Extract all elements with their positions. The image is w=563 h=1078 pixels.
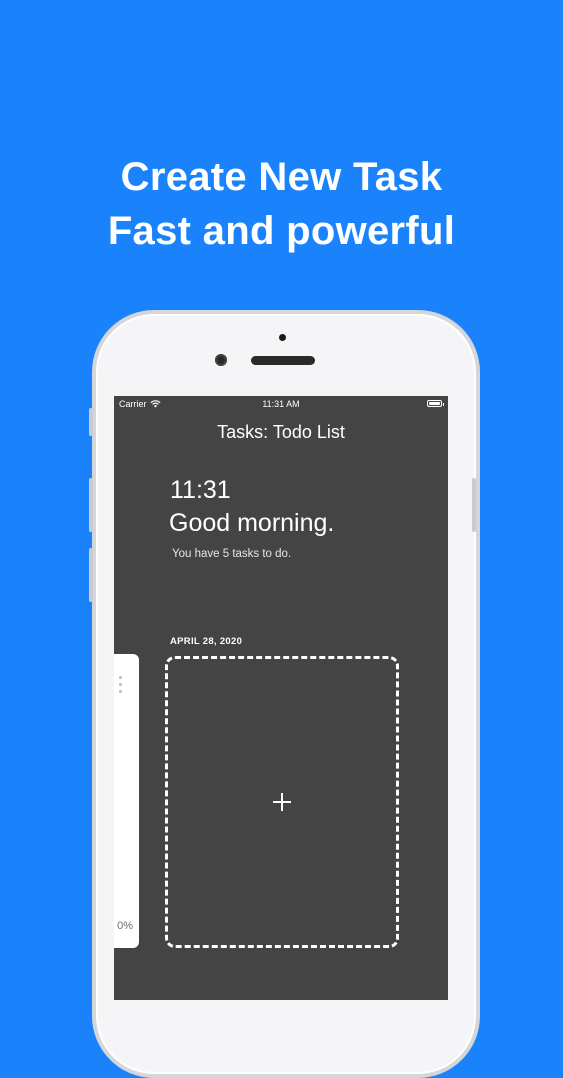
- battery-icon: [427, 400, 444, 407]
- plus-icon[interactable]: [273, 793, 291, 811]
- greeting-text: Good morning.: [169, 509, 335, 537]
- phone-sensor-dot: [279, 334, 286, 341]
- tasks-summary: You have 5 tasks to do.: [172, 548, 292, 560]
- more-vertical-icon[interactable]: [119, 676, 123, 694]
- phone-camera: [215, 354, 227, 366]
- previous-card-percent: 0%: [117, 920, 133, 932]
- headline-line-2: Fast and powerful: [107, 209, 456, 253]
- phone-volume-down: [89, 548, 93, 602]
- date-label: APRIL 28, 2020: [170, 636, 243, 647]
- status-time: 11:31 AM: [262, 399, 300, 409]
- previous-task-card[interactable]: 0%: [114, 654, 139, 948]
- add-task-card[interactable]: [165, 656, 399, 948]
- phone-earpiece: [251, 356, 315, 365]
- current-time: 11:31: [170, 476, 231, 504]
- phone-power-button: [472, 478, 476, 532]
- status-bar: Carrier 11:31 AM: [114, 396, 448, 412]
- phone-mute-switch: [89, 408, 93, 436]
- app-screen: Carrier 11:31 AM Tasks: Todo List 11:31 …: [114, 396, 448, 1000]
- battery-fill: [429, 402, 440, 405]
- phone-volume-up: [89, 478, 93, 532]
- nav-title: Tasks: Todo List: [217, 422, 345, 442]
- headline-line-1: Create New Task: [120, 155, 443, 199]
